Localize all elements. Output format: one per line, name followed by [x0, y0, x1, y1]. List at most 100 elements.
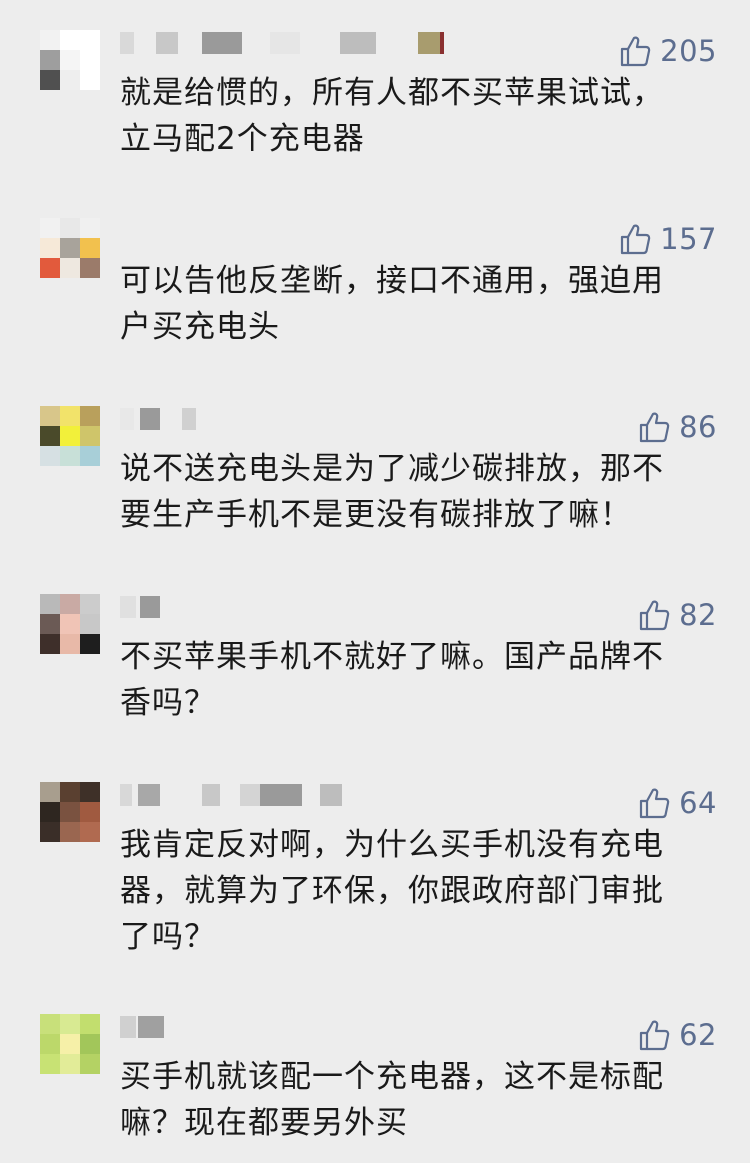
avatar-mosaic-cell: [40, 594, 60, 614]
avatar-mosaic-cell: [80, 258, 100, 278]
avatar[interactable]: [40, 1014, 100, 1074]
avatar[interactable]: [40, 218, 100, 278]
avatar-mosaic-cell: [80, 238, 100, 258]
avatar-mosaic-cell: [60, 70, 80, 90]
like-count: 82: [679, 598, 717, 632]
nickname-mosaic-block: [138, 784, 160, 806]
avatar-mosaic-cell: [80, 782, 100, 802]
nickname-mosaic-block: [202, 32, 242, 54]
nickname[interactable]: [120, 220, 480, 242]
comment-text: 可以告他反垄断，接口不通用，强迫用 户买充电头: [120, 263, 664, 345]
like-button[interactable]: 157: [618, 222, 717, 256]
nickname-mosaic-block: [270, 32, 300, 54]
avatar[interactable]: [40, 782, 100, 842]
avatar-mosaic-cell: [60, 634, 80, 654]
avatar-mosaic-cell: [40, 258, 60, 278]
avatar-mosaic-cell: [60, 30, 80, 50]
avatar-mosaic-cell: [60, 258, 80, 278]
nickname[interactable]: [120, 408, 480, 430]
thumbs-up-icon: [639, 788, 670, 819]
avatar-mosaic-cell: [80, 30, 100, 50]
avatar-mosaic-cell: [40, 1014, 60, 1034]
avatar[interactable]: [40, 594, 100, 654]
avatar-mosaic-cell: [40, 218, 60, 238]
nickname-mosaic-block: [120, 596, 136, 618]
avatar-mosaic-cell: [60, 822, 80, 842]
avatar-mosaic-cell: [80, 594, 100, 614]
avatar-mosaic-cell: [80, 822, 100, 842]
avatar[interactable]: [40, 30, 100, 90]
avatar-mosaic-cell: [60, 218, 80, 238]
avatar-mosaic-cell: [40, 614, 60, 634]
avatar-mosaic-cell: [60, 1014, 80, 1034]
avatar-mosaic-cell: [60, 426, 80, 446]
nickname-mosaic-block: [240, 784, 260, 806]
like-button[interactable]: 82: [637, 598, 717, 632]
avatar-mosaic-cell: [80, 426, 100, 446]
avatar-mosaic-cell: [60, 594, 80, 614]
avatar-mosaic-cell: [40, 238, 60, 258]
nickname-mosaic-block: [418, 32, 440, 54]
nickname-mosaic-block: [138, 1016, 164, 1038]
avatar-mosaic-cell: [80, 50, 100, 70]
like-button[interactable]: 205: [618, 34, 717, 68]
nickname[interactable]: [120, 596, 480, 618]
avatar-mosaic-cell: [40, 802, 60, 822]
avatar-mosaic-cell: [80, 614, 100, 634]
avatar-mosaic-cell: [80, 218, 100, 238]
avatar-mosaic-cell: [80, 634, 100, 654]
avatar-mosaic-cell: [80, 446, 100, 466]
comment-text: 我肯定反对啊，为什么买手机没有充电 器，就算为了环保，你跟政府部门审批 了吗？: [120, 827, 664, 955]
like-count: 157: [660, 222, 717, 256]
thumbs-up-icon: [621, 36, 651, 67]
nickname-mosaic-block: [260, 784, 302, 806]
avatar-mosaic-cell: [40, 406, 60, 426]
avatar-mosaic-cell: [80, 70, 100, 90]
like-button[interactable]: 62: [637, 1018, 717, 1052]
avatar-mosaic-cell: [40, 1034, 60, 1054]
like-count: 62: [679, 1018, 717, 1052]
avatar-mosaic-cell: [40, 426, 60, 446]
nickname-mosaic-block: [340, 32, 376, 54]
avatar-mosaic-cell: [60, 1054, 80, 1074]
like-count: 205: [660, 34, 717, 68]
nickname-mosaic-block: [156, 32, 178, 54]
nickname-mosaic-block: [202, 784, 220, 806]
like-button[interactable]: 86: [637, 410, 717, 444]
thumbs-up-icon: [639, 600, 670, 631]
avatar-mosaic-cell: [60, 614, 80, 634]
nickname-mosaic-block: [140, 408, 160, 430]
like-count: 86: [679, 410, 717, 444]
nickname-mosaic-block: [120, 784, 132, 806]
nickname[interactable]: [120, 1016, 480, 1038]
comment-text: 不买苹果手机不就好了嘛。国产品牌不 香吗？: [120, 639, 664, 721]
avatar-mosaic-cell: [80, 802, 100, 822]
avatar-mosaic-cell: [40, 70, 60, 90]
avatar-mosaic-cell: [80, 1014, 100, 1034]
avatar-mosaic-cell: [60, 50, 80, 70]
avatar-mosaic-cell: [60, 446, 80, 466]
avatar-mosaic-cell: [60, 782, 80, 802]
comment-text: 说不送充电头是为了减少碳排放，那不 要生产手机不是更没有碳排放了嘛！: [120, 451, 664, 533]
avatar-mosaic-cell: [60, 406, 80, 426]
comment-text: 就是给惯的，所有人都不买苹果试试， 立马配2个充电器: [120, 75, 664, 157]
avatar-mosaic-cell: [80, 1054, 100, 1074]
avatar[interactable]: [40, 406, 100, 466]
nickname-mosaic-block: [120, 1016, 136, 1038]
nickname-mosaic-block: [182, 408, 196, 430]
avatar-mosaic-cell: [80, 406, 100, 426]
avatar-mosaic-cell: [60, 1034, 80, 1054]
avatar-mosaic-cell: [40, 634, 60, 654]
thumbs-up-icon: [639, 412, 670, 443]
nickname-mosaic-block: [320, 784, 342, 806]
avatar-mosaic-cell: [40, 782, 60, 802]
comment-list: 205 就是给惯的，所有人都不买苹果试试， 立马配2个充电器 157 可以告他反…: [0, 0, 750, 1163]
avatar-mosaic-cell: [40, 30, 60, 50]
avatar-mosaic-cell: [40, 50, 60, 70]
avatar-mosaic-cell: [40, 1054, 60, 1074]
avatar-mosaic-cell: [40, 446, 60, 466]
like-button[interactable]: 64: [637, 786, 717, 820]
nickname[interactable]: [120, 32, 480, 54]
nickname[interactable]: [120, 784, 480, 806]
nickname-mosaic-block: [440, 32, 444, 54]
